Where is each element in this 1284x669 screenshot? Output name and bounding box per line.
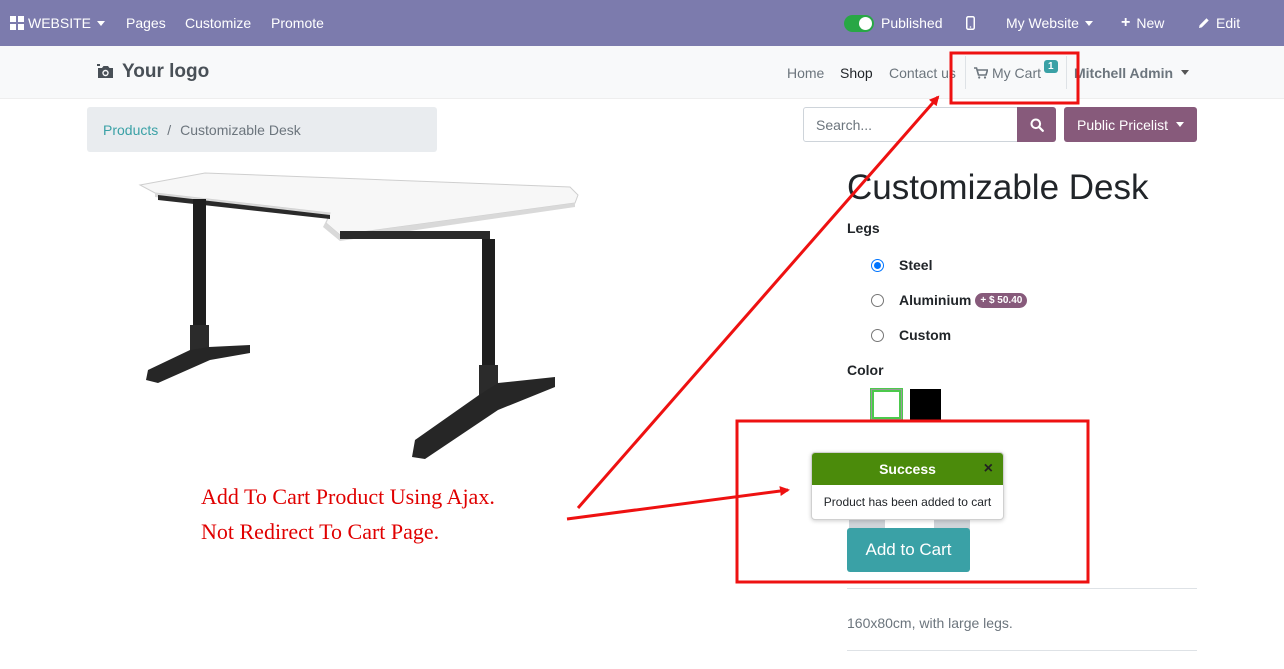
caret-down-icon: [1176, 122, 1185, 127]
caret-down-icon: [97, 20, 106, 26]
nav-divider: [965, 56, 966, 89]
user-name: Mitchell Admin: [1074, 64, 1174, 81]
nav-my-cart[interactable]: My Cart 1: [974, 46, 1058, 99]
product-image: [138, 172, 579, 459]
mobile-icon: [966, 16, 975, 30]
caret-down-icon: [1181, 70, 1190, 75]
legs-option-label: Steel: [899, 257, 933, 273]
my-website-menu[interactable]: My Website: [1006, 0, 1093, 46]
color-label: Color: [847, 362, 884, 378]
nav-contact-us[interactable]: Contact us: [889, 46, 956, 99]
search-icon: [1030, 118, 1044, 132]
edit-button[interactable]: Edit: [1198, 0, 1240, 46]
legs-option-custom[interactable]: Custom: [871, 327, 951, 343]
new-label: New: [1136, 15, 1165, 31]
my-website-label: My Website: [1006, 15, 1079, 31]
edit-label: Edit: [1216, 15, 1241, 31]
pricelist-dropdown[interactable]: Public Pricelist: [1064, 107, 1197, 142]
search-input[interactable]: [803, 107, 1018, 142]
nav-home[interactable]: Home: [787, 46, 824, 99]
toast-header: Success ×: [812, 453, 1003, 485]
promote-menu[interactable]: Promote: [271, 0, 324, 46]
annotation-line-1: Add To Cart Product Using Ajax.: [201, 484, 495, 509]
published-toggle[interactable]: Published: [844, 0, 943, 46]
website-menu-label: WEBSITE: [28, 15, 92, 31]
radio-button[interactable]: [871, 328, 884, 342]
success-toast: Success × Product has been added to cart: [811, 452, 1004, 520]
legs-option-label: Aluminium: [899, 292, 972, 308]
close-icon[interactable]: ×: [984, 461, 993, 477]
annotation-line-2: Not Redirect To Cart Page.: [201, 519, 440, 544]
new-button[interactable]: + New: [1121, 0, 1164, 46]
legs-option-steel[interactable]: Steel: [871, 257, 932, 273]
search-button[interactable]: [1017, 107, 1056, 142]
caret-down-icon: [1084, 20, 1093, 26]
radio-button[interactable]: [871, 293, 884, 307]
plus-icon: +: [1121, 14, 1131, 31]
breadcrumb-current: Customizable Desk: [180, 121, 301, 138]
breadcrumb-separator: /: [167, 121, 172, 138]
add-to-cart-button[interactable]: Add to Cart: [847, 528, 970, 572]
camera-icon: [97, 64, 113, 78]
legs-label: Legs: [847, 220, 880, 236]
arrow-to-toast: [566, 486, 790, 521]
radio-button[interactable]: [871, 258, 884, 272]
toast-message: Product has been added to cart: [823, 495, 992, 509]
color-swatch-white[interactable]: [870, 388, 903, 421]
breadcrumb: Products / Customizable Desk: [87, 107, 437, 152]
website-menu[interactable]: WEBSITE: [10, 0, 106, 46]
toast-title: Success: [879, 461, 936, 477]
legs-option-aluminium[interactable]: Aluminium + $ 50.40: [871, 292, 1028, 308]
cart-icon: [974, 66, 988, 79]
admin-bar: WEBSITE Pages Customize Promote Publishe…: [0, 0, 1284, 46]
nav-shop[interactable]: Shop: [840, 46, 873, 99]
pencil-icon: [1199, 18, 1209, 28]
apps-grid-icon: [10, 16, 24, 30]
published-label: Published: [881, 15, 943, 31]
my-cart-label: My Cart: [992, 64, 1041, 81]
mobile-preview-button[interactable]: [966, 0, 975, 46]
logo-text: Your logo: [122, 61, 210, 82]
toggle-switch-icon: [844, 14, 874, 32]
price-extra-badge: + $ 50.40: [975, 292, 1028, 308]
color-swatch-black[interactable]: [910, 389, 941, 420]
customize-menu[interactable]: Customize: [185, 0, 251, 46]
cart-count-badge: 1: [1044, 60, 1058, 73]
user-menu[interactable]: Mitchell Admin: [1074, 46, 1190, 99]
site-header: Your logo Home Shop Contact us My Cart 1…: [0, 46, 1284, 99]
nav-divider: [1066, 56, 1067, 89]
pages-menu[interactable]: Pages: [126, 0, 166, 46]
divider: [847, 650, 1197, 651]
pricelist-label: Public Pricelist: [1076, 116, 1169, 133]
product-description: 160x80cm, with large legs.: [847, 615, 1013, 631]
site-logo[interactable]: Your logo: [96, 61, 209, 83]
breadcrumb-products-link[interactable]: Products: [103, 122, 158, 138]
divider: [847, 588, 1197, 589]
legs-option-label: Custom: [899, 327, 952, 343]
product-title: Customizable Desk: [847, 168, 1149, 207]
